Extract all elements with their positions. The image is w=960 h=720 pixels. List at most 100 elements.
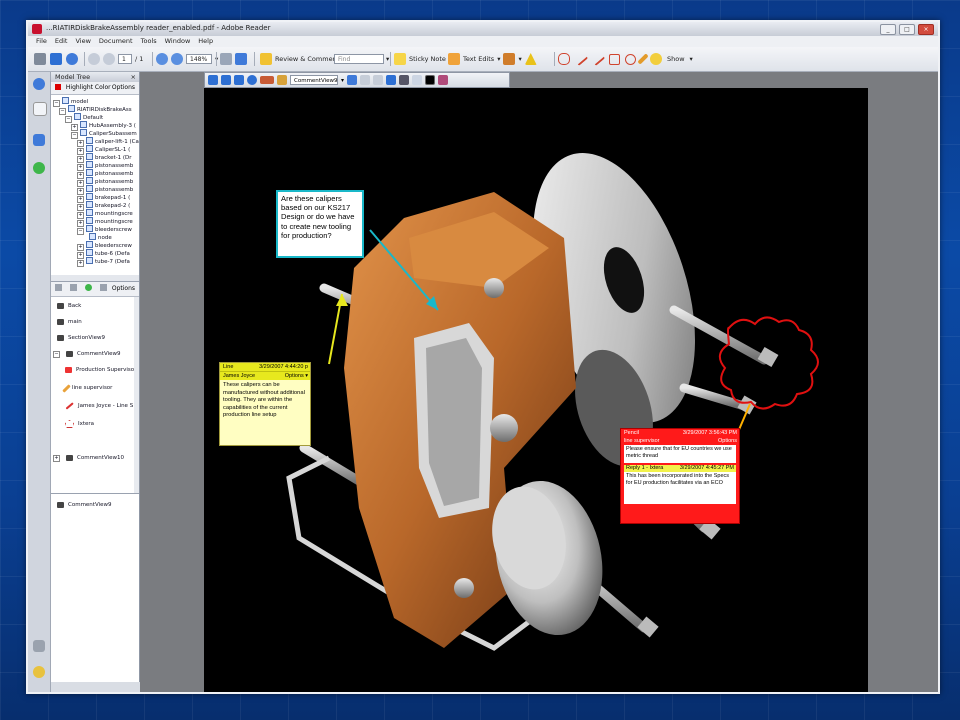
view-select[interactable]: CommentView9 xyxy=(290,75,338,85)
sticky-note-button[interactable]: Sticky Note xyxy=(409,55,446,63)
arrow-tool-icon[interactable] xyxy=(590,52,606,66)
model-tree-options-button[interactable]: Options xyxy=(112,82,135,94)
cross-section-icon[interactable] xyxy=(412,75,423,85)
tree-item[interactable]: + pistonassemb xyxy=(77,161,133,171)
review-comment-button[interactable]: Review & Comment xyxy=(275,55,339,63)
tree-item[interactable]: + mountingscre xyxy=(77,217,133,227)
menu-document[interactable]: Document xyxy=(99,36,133,47)
tree-item[interactable]: + bracket-1 (Dr xyxy=(77,153,132,163)
zoom-in-icon[interactable] xyxy=(171,53,183,65)
home-view-icon[interactable] xyxy=(277,75,287,85)
tree-horizontal-scrollbar[interactable] xyxy=(51,275,139,281)
tree-item[interactable]: + brakepad-1 ( xyxy=(77,193,130,203)
comment-item[interactable]: line supervisor xyxy=(62,381,112,395)
projection-icon[interactable] xyxy=(373,75,384,85)
tree-item[interactable]: node xyxy=(89,233,112,241)
3d-model-canvas[interactable]: Are these calipers based on our KS217 De… xyxy=(204,88,868,692)
new-view-icon[interactable] xyxy=(69,284,77,291)
review-comment-icon[interactable] xyxy=(260,53,272,65)
menu-help[interactable]: Help xyxy=(198,36,213,47)
zoom-3d-icon[interactable] xyxy=(247,75,257,85)
show-icon[interactable] xyxy=(650,53,662,65)
menu-edit[interactable]: Edit xyxy=(55,36,68,47)
pencil-comment-text[interactable]: Please ensure that for EU countries we u… xyxy=(624,445,736,463)
tree-item[interactable]: + HubAssembly-3 ( xyxy=(71,121,136,131)
email-icon[interactable] xyxy=(50,53,62,65)
walk-icon[interactable] xyxy=(260,76,274,84)
line-comment-options-button[interactable]: Options ▾ xyxy=(285,372,308,380)
comments-icon[interactable] xyxy=(33,666,45,678)
show-button[interactable]: Show xyxy=(667,55,685,63)
pages-icon[interactable] xyxy=(33,78,45,90)
find-field[interactable]: Find xyxy=(334,54,384,64)
previous-page-icon[interactable] xyxy=(88,53,100,65)
views-scrollbar[interactable] xyxy=(134,297,139,493)
tree-item[interactable]: + pistonassemb xyxy=(77,185,133,195)
highlight-color-button[interactable]: Highlight Color xyxy=(66,84,111,91)
pencil-comment-options-button[interactable]: Options xyxy=(718,437,737,445)
tree-item[interactable]: − CaliperSubassem xyxy=(71,129,137,139)
comment-item[interactable]: Ixtera xyxy=(65,417,94,431)
layers-icon[interactable] xyxy=(33,640,45,652)
text-edits-icon[interactable] xyxy=(448,53,460,65)
model-tree-toggle-icon[interactable] xyxy=(347,75,358,85)
search-icon[interactable] xyxy=(66,53,78,65)
comment-3d-icon[interactable] xyxy=(438,75,449,85)
print-icon[interactable] xyxy=(34,53,46,65)
fit-width-icon[interactable] xyxy=(235,53,247,65)
tree-item[interactable]: + CaliperSL-1 ( xyxy=(77,145,130,155)
tree-item[interactable]: + pistonassemb xyxy=(77,169,133,179)
line-tool-icon[interactable] xyxy=(573,52,589,66)
text-edits-button[interactable]: Text Edits xyxy=(463,55,494,63)
callout-icon[interactable] xyxy=(558,53,570,65)
signatures-icon[interactable] xyxy=(33,162,45,174)
tree-item[interactable]: − Default xyxy=(65,113,103,123)
comment-item[interactable]: James Joyce - Line S xyxy=(65,399,133,413)
attachments-icon[interactable] xyxy=(33,102,47,116)
close-panel-icon[interactable]: × xyxy=(131,72,136,82)
view-item[interactable]: main xyxy=(57,315,82,329)
model-tree-icon[interactable] xyxy=(33,134,45,146)
reply-text[interactable]: This has been incorporated into the Spec… xyxy=(624,472,736,504)
tree-item[interactable]: − RIATIRDiskBrakeAss xyxy=(59,105,132,115)
tree-item[interactable]: − model xyxy=(53,97,88,107)
next-page-icon[interactable] xyxy=(103,53,115,65)
minimize-button[interactable]: _ xyxy=(880,24,896,35)
spin-icon[interactable] xyxy=(221,75,231,85)
tree-item[interactable]: + brakepad-2 ( xyxy=(77,201,130,211)
menu-view[interactable]: View xyxy=(75,36,90,47)
play-animation-icon[interactable] xyxy=(360,75,371,85)
menu-tools[interactable]: Tools xyxy=(141,36,157,47)
warning-icon[interactable] xyxy=(524,53,537,65)
pan-icon[interactable] xyxy=(234,75,244,85)
oval-tool-icon[interactable] xyxy=(625,53,636,65)
tree-item[interactable]: + caliper-lift-1 (Ca xyxy=(77,137,139,147)
lighting-icon[interactable] xyxy=(399,75,410,85)
menu-file[interactable]: File xyxy=(36,36,47,47)
comment-item[interactable]: Production Supervisor xyxy=(65,363,136,377)
tree-item[interactable]: + tube-7 (Defa xyxy=(77,257,130,267)
views-options-button[interactable]: Options xyxy=(112,282,135,296)
background-color-icon[interactable] xyxy=(425,75,436,85)
tree-item[interactable]: − bleederscrew xyxy=(77,225,132,235)
tree-item[interactable]: + bleederscrew xyxy=(77,241,132,251)
close-button[interactable]: × xyxy=(918,24,934,35)
line-comment-text[interactable]: These calipers can be manufactured witho… xyxy=(220,380,310,422)
render-mode-icon[interactable] xyxy=(386,75,397,85)
rectangle-tool-icon[interactable] xyxy=(609,53,620,65)
stamp-icon[interactable] xyxy=(503,53,516,65)
menu-window[interactable]: Window xyxy=(165,36,191,47)
tree-item[interactable]: + mountingscre xyxy=(77,209,133,219)
view-item[interactable]: SectionView9 xyxy=(57,331,105,345)
maximize-button[interactable]: □ xyxy=(899,24,915,35)
fit-page-icon[interactable] xyxy=(220,53,232,65)
zoom-field[interactable]: 148% xyxy=(186,54,212,64)
tree-item[interactable]: + pistonassemb xyxy=(77,177,133,187)
views-icon[interactable] xyxy=(55,284,62,291)
pencil-tool-icon[interactable] xyxy=(637,53,649,65)
sticky-note-icon[interactable] xyxy=(394,53,406,65)
rotate-icon[interactable] xyxy=(208,75,218,85)
view-item[interactable]: CommentView9 xyxy=(57,498,112,512)
view-item[interactable]: Back xyxy=(57,299,81,313)
highlight-color-swatch[interactable] xyxy=(55,84,61,90)
